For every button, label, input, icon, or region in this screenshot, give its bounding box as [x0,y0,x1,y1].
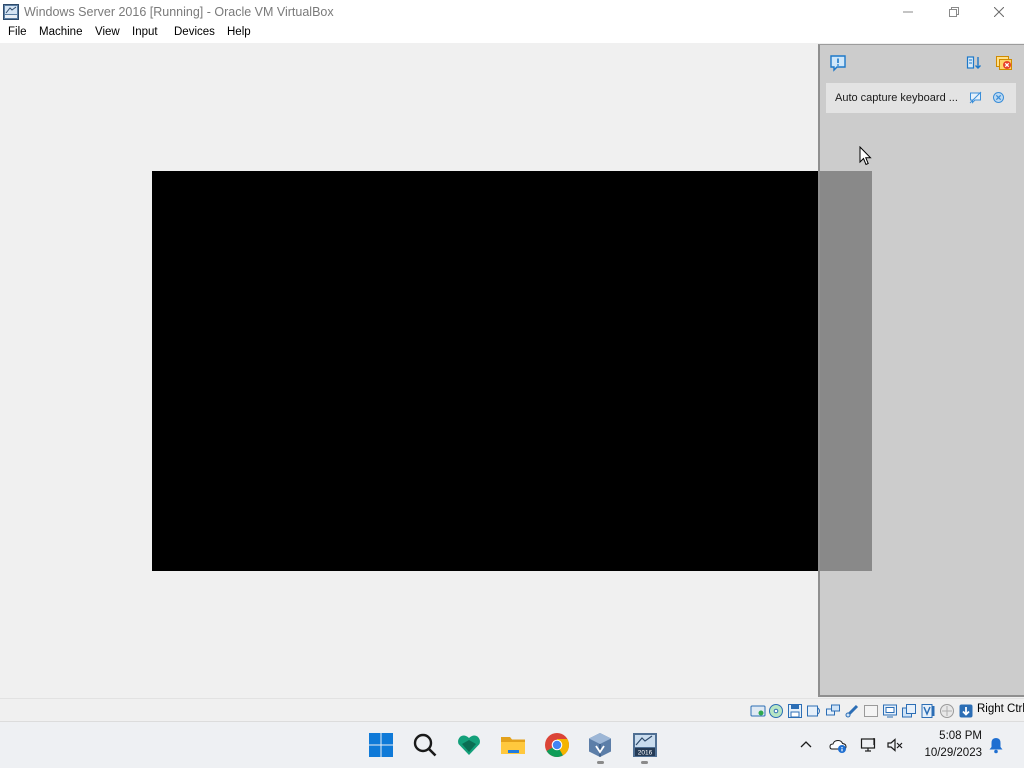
hard-disk-icon[interactable] [750,703,766,719]
menu-view[interactable]: View [95,26,120,38]
copilot-icon[interactable] [456,732,482,758]
windows-server-2016-vm-icon[interactable]: 2016 [632,732,658,758]
menu-input[interactable]: Input [132,26,158,38]
clock-time[interactable]: 5:08 PM [930,730,982,742]
menu-help[interactable]: Help [227,26,251,38]
windows-taskbar: 2016 5:08 PM 10/29/2023 [0,721,1024,768]
window-title: Windows Server 2016 [Running] - Oracle V… [24,5,334,19]
video-capture-icon[interactable] [901,703,917,719]
toggle-panel-icon[interactable] [966,54,984,72]
mouse-cursor-icon [859,146,872,166]
virtualbox-vm-icon[interactable] [3,4,19,20]
restore-icon [949,7,959,17]
mouse-integration-icon[interactable] [939,703,955,719]
show-hidden-icons-chevron[interactable] [797,736,815,754]
shared-folders-icon[interactable] [863,703,879,719]
network-icon[interactable] [825,703,841,719]
menu-devices[interactable]: Devices [174,26,215,38]
status-bar: Right Ctrl [0,698,1024,720]
usb-icon[interactable] [844,703,860,719]
notification-center: Auto capture keyboard ... [818,44,1024,697]
minimize-icon [903,11,913,13]
close-icon [994,7,1004,17]
info-icon[interactable] [829,54,847,72]
menu-machine[interactable]: Machine [39,26,82,38]
virtualbox-manager-icon[interactable] [587,732,613,758]
audio-icon[interactable] [806,703,822,719]
onedrive-icon[interactable] [829,736,847,754]
vt-x-icon[interactable] [920,703,936,719]
start-icon[interactable] [368,732,394,758]
app-active-indicator [641,761,648,764]
notification-bell-icon[interactable] [987,736,1005,754]
vm-screen[interactable] [152,171,872,571]
close-all-icon[interactable] [995,54,1013,72]
floppy-icon[interactable] [787,703,803,719]
clock-date[interactable]: 10/29/2023 [912,747,982,759]
file-explorer-icon[interactable] [500,732,526,758]
menu-file[interactable]: File [8,26,27,38]
svg-text:2016: 2016 [638,750,653,757]
dont-show-again-icon[interactable] [969,91,982,104]
menu-bar: File Machine View Input Devices Help [0,24,1024,43]
maximize-button[interactable] [931,0,977,24]
app-running-indicator [597,761,604,764]
close-button[interactable] [976,0,1022,24]
notification-text: Auto capture keyboard ... [835,92,958,104]
display-icon[interactable] [882,703,898,719]
close-notification-icon[interactable] [992,91,1005,104]
network-icon[interactable] [860,736,878,754]
search-icon[interactable] [412,732,438,758]
optical-drive-icon[interactable] [768,703,784,719]
minimize-button[interactable] [885,0,931,24]
notification-item[interactable]: Auto capture keyboard ... [826,83,1016,113]
chrome-icon[interactable] [544,732,570,758]
keyboard-capture-icon[interactable] [958,703,974,719]
title-bar: Windows Server 2016 [Running] - Oracle V… [0,0,1024,24]
volume-muted-icon[interactable] [886,736,904,754]
host-key-label[interactable]: Right Ctrl [977,703,1024,715]
